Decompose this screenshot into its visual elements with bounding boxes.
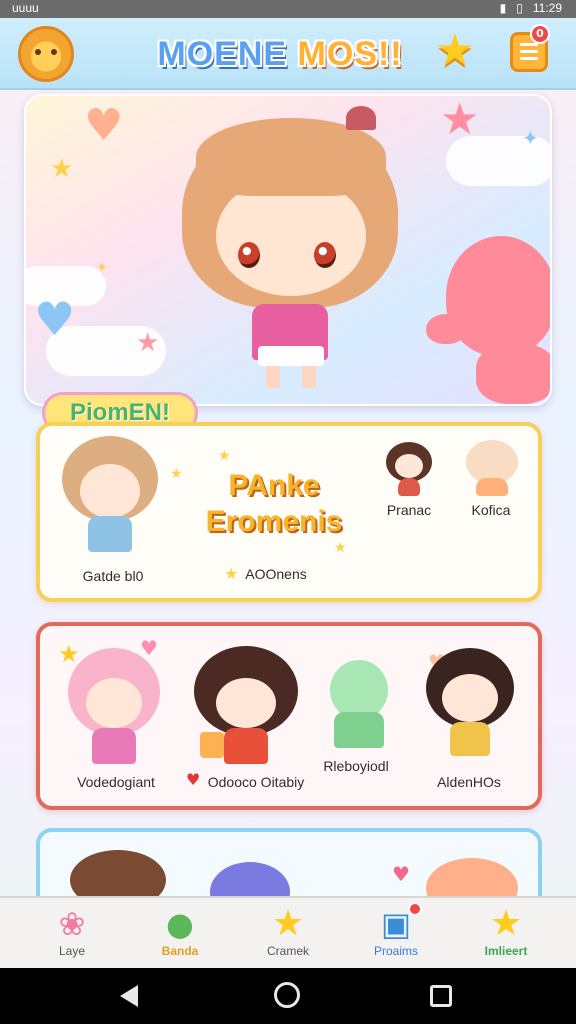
app-title-accent: MOS!! — [297, 35, 403, 73]
favorites-star-icon[interactable]: ★ — [432, 28, 478, 74]
system-navigation-bar — [0, 968, 576, 1024]
character-green-creature[interactable] — [320, 660, 398, 750]
star-sparkle-icon: ★ — [440, 94, 480, 145]
star-sparkle-icon: ★ — [170, 466, 183, 482]
heart-icon: ♥ — [392, 862, 410, 886]
nav-item-cramek[interactable]: ★ Cramek — [240, 898, 336, 970]
recent-apps-icon[interactable] — [430, 985, 452, 1007]
featured-event-title[interactable]: PAnke Eromenis — [192, 468, 356, 548]
hero-banner[interactable]: ♥ ♥ ★ ★ ★ ✦ ✦ — [24, 94, 552, 406]
featured-event-title-line2: Eromenis — [205, 505, 343, 538]
card-1-item-label: AOOnens — [245, 566, 307, 582]
star-icon: ★ — [489, 903, 523, 944]
star-sparkle-icon: ★ — [218, 448, 231, 464]
character-bear[interactable] — [466, 440, 518, 496]
notification-badge: 0 — [530, 24, 550, 44]
character-brunette[interactable] — [194, 646, 298, 766]
status-time: 11:29 — [532, 1, 562, 15]
nav-item-banda[interactable]: ● Banda — [132, 898, 228, 970]
app-title: MOENE MOS!! — [150, 32, 410, 76]
card-2-item-label: Odooco Oitabiy — [207, 774, 305, 790]
badge-icon: ● — [166, 905, 194, 943]
star-sparkle-icon: ✦ — [522, 126, 539, 150]
status-right: ▮ ▯ 11:29 — [500, 1, 562, 15]
character-blue-blob[interactable] — [210, 862, 290, 922]
star-sparkle-icon: ★ — [50, 154, 74, 184]
card-1-item-label: Gatde bl0 — [82, 568, 144, 584]
nav-notification-dot — [408, 902, 422, 916]
nav-label: Laye — [58, 944, 86, 958]
creature-icon: ❀ — [58, 905, 86, 943]
card-1-item-label: Pranac — [386, 502, 432, 518]
character-dog[interactable] — [70, 850, 166, 910]
featured-event-title-line1: PAnke — [228, 469, 320, 502]
card-2-item-label: Vodedogiant — [77, 774, 155, 790]
character-peach-blob[interactable] — [426, 858, 518, 918]
bottom-navigation: ❀ Laye ● Banda ★ Cramek ▣ Proaims ★ Imli… — [0, 896, 576, 968]
card-2-item-label: Rleboyiodl — [323, 758, 389, 774]
nav-label: Imlieert — [484, 944, 528, 958]
heart-icon: ♥ — [186, 770, 201, 789]
signal-icon: ▮ — [499, 1, 507, 15]
sun-logo-icon[interactable] — [18, 26, 74, 82]
nav-item-proaims[interactable]: ▣ Proaims — [348, 898, 444, 970]
card-1-item-label: Kofica — [471, 502, 511, 518]
nav-label: Proaims — [373, 944, 418, 958]
nav-item-imlieert[interactable]: ★ Imlieert — [458, 898, 554, 970]
star-icon: ★ — [271, 903, 305, 944]
star-sparkle-icon: ★ — [136, 328, 160, 358]
heart-icon: ♥ — [34, 292, 76, 346]
app-title-main: MOENE — [157, 35, 288, 73]
character-dark-hair[interactable] — [386, 442, 432, 498]
star-sparkle-icon: ✦ — [96, 260, 108, 276]
character-girl-bob[interactable] — [62, 436, 158, 556]
back-icon[interactable] — [120, 985, 138, 1007]
nav-label: Cramek — [266, 944, 309, 958]
battery-icon: ▯ — [516, 1, 523, 15]
card-2-item-label: AldenHOs — [437, 774, 501, 790]
heart-icon: ♥ — [84, 100, 124, 151]
character-dark-bob[interactable] — [426, 648, 514, 760]
status-left: uuuu — [12, 1, 39, 15]
status-bar: uuuu ▮ ▯ 11:29 — [0, 0, 576, 18]
character-pink-hair[interactable] — [68, 648, 160, 766]
nav-label: Banda — [161, 944, 199, 958]
home-icon[interactable] — [274, 982, 300, 1008]
app-header: MOENE MOS!! ★ 0 — [0, 18, 576, 90]
nav-item-laye[interactable]: ❀ Laye — [24, 898, 120, 970]
